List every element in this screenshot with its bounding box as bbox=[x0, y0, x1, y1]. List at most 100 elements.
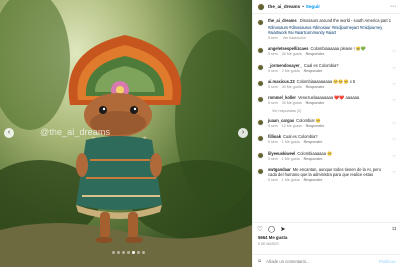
comment-likes[interactable]: 2 Me gusta bbox=[282, 69, 300, 73]
comment-time: 5 sem bbox=[268, 156, 278, 161]
comment-like-icon[interactable]: ♡ bbox=[392, 49, 396, 54]
comment-text: Venezuelaaaaaaaa ❤️❤️ aaaaaa bbox=[298, 94, 360, 100]
instagram-post-view: @the_ai_dreams ‹ › the_ai_dreams • Segui… bbox=[0, 0, 400, 267]
caption-hashtags[interactable]: #dinosaurs #dinosaurus #dinosaur #midjou… bbox=[268, 25, 396, 35]
action-bar: ♡ ◯ ➤ ⌑ bbox=[253, 222, 400, 235]
post-header: the_ai_dreams • Seguir ⋯ bbox=[253, 0, 400, 14]
view-replies-link[interactable]: Ver respuestas (2) bbox=[272, 109, 396, 113]
comment-username[interactable]: angeletsespellizcaes bbox=[268, 46, 309, 51]
comment-like-icon[interactable]: ♡ bbox=[392, 98, 396, 103]
author-username[interactable]: the_ai_dreams bbox=[268, 4, 300, 9]
comment-text: Colombiaaaaaa please ! 🥹💚 bbox=[310, 46, 366, 52]
comment-like-icon[interactable]: ♡ bbox=[392, 82, 396, 87]
publish-button[interactable]: Publicar bbox=[379, 259, 396, 264]
comment-likes[interactable]: 1 Me gusta bbox=[282, 140, 300, 144]
comment-likes[interactable]: 40 Me gusta bbox=[282, 85, 302, 89]
caption-time: 5 sem bbox=[268, 36, 278, 41]
comment-likes[interactable]: 1 Me gusta bbox=[282, 157, 300, 161]
comment-like-icon[interactable]: ♡ bbox=[392, 154, 396, 159]
reply-button[interactable]: Responder bbox=[306, 124, 325, 128]
avatar[interactable] bbox=[257, 79, 264, 87]
more-options-icon[interactable]: ⋯ bbox=[390, 4, 396, 10]
comment-like-icon[interactable]: ♡ bbox=[392, 137, 396, 142]
post-image[interactable]: @the_ai_dreams ‹ › bbox=[0, 0, 252, 267]
comment-text: Cual es Colombia? bbox=[303, 62, 339, 68]
image-watermark: @the_ai_dreams bbox=[40, 127, 111, 137]
comment-row: rommel_koller Venezuelaaaaaaaa ❤️❤️ aaaaa… bbox=[257, 95, 396, 106]
slide-indicator bbox=[112, 251, 145, 254]
slide-dot bbox=[127, 251, 130, 254]
caption-text: Dinosaurs around the world - south Ameri… bbox=[299, 18, 392, 23]
comment-text: Colombiaaaaaa 🥺 bbox=[297, 150, 333, 156]
avatar[interactable] bbox=[257, 63, 264, 71]
comment-row: angeletsespellizcaes Colombiaaaaaa please… bbox=[257, 46, 396, 57]
avatar[interactable] bbox=[257, 2, 265, 11]
comment-username[interactable]: fillioak bbox=[268, 134, 281, 139]
avatar[interactable] bbox=[257, 119, 264, 127]
comment-like-icon[interactable]: ♡ bbox=[392, 66, 396, 71]
post-details-panel: the_ai_dreams • Seguir ⋯ the_ai_dreams D… bbox=[252, 0, 400, 267]
avatar[interactable] bbox=[257, 47, 264, 55]
chevron-right-icon: › bbox=[241, 129, 245, 136]
comment-row: juaan_cargas Colombia! 🥺 5 sem 12 Me gusta R… bbox=[257, 118, 396, 129]
slide-dot bbox=[142, 251, 145, 254]
comment-time: 5 sem bbox=[268, 68, 278, 73]
comment-text: Colombia! 🥺 bbox=[296, 118, 321, 124]
follow-button[interactable]: Seguir bbox=[306, 4, 320, 9]
likes-count[interactable]: 5664 Me gusta bbox=[258, 235, 287, 240]
slide-dot bbox=[122, 251, 125, 254]
heart-icon[interactable]: ♡ bbox=[257, 226, 263, 233]
post-date: 5 DE MARZO bbox=[258, 242, 279, 246]
comment-row: swtgandaar Me encantan, aunque todos tien… bbox=[257, 167, 396, 183]
comment-username[interactable]: _jormendosayer_ bbox=[268, 63, 302, 68]
reply-button[interactable]: Responder bbox=[306, 85, 325, 89]
share-icon[interactable]: ➤ bbox=[280, 226, 285, 233]
comment-username[interactable]: lilyeeuskiweel bbox=[268, 151, 295, 156]
comments-list[interactable]: the_ai_dreams Dinosaurs around the world… bbox=[253, 15, 400, 221]
slide-dot bbox=[137, 251, 140, 254]
comment-row: fillioak Cual es Colombia? 5 sem 1 Me gusta… bbox=[257, 134, 396, 145]
chevron-left-icon: ‹ bbox=[7, 129, 11, 136]
comment-icon[interactable]: ◯ bbox=[268, 226, 275, 233]
avatar[interactable] bbox=[257, 167, 264, 175]
emoji-icon[interactable]: ☺ bbox=[257, 258, 262, 264]
comment-time: 5 sem bbox=[268, 101, 278, 106]
comment-username[interactable]: rommel_koller bbox=[268, 95, 296, 100]
reply-button[interactable]: Responder bbox=[304, 69, 323, 73]
comment-likes[interactable]: 30 Me gusta bbox=[282, 101, 302, 105]
previous-slide-button[interactable]: ‹ bbox=[4, 128, 14, 138]
slide-dot bbox=[132, 251, 135, 254]
comment-text: Colombiaaaaaaaaa 🥺🥺🥺 x 5 bbox=[296, 78, 356, 84]
comment-text: Cual es Colombia? bbox=[282, 134, 318, 140]
avatar[interactable] bbox=[257, 135, 264, 143]
comment-likes[interactable]: 1 Me gusta bbox=[282, 178, 300, 182]
bookmark-icon[interactable]: ⌑ bbox=[393, 226, 396, 233]
caption-username[interactable]: the_ai_dreams bbox=[268, 18, 297, 23]
comment-time: 5 sem bbox=[268, 140, 278, 145]
slide-dot bbox=[117, 251, 120, 254]
comment-likes[interactable]: 12 Me gusta bbox=[282, 124, 302, 128]
next-slide-button[interactable]: › bbox=[238, 128, 248, 138]
comment-time: 5 sem bbox=[268, 84, 278, 89]
comment-time: 5 sem bbox=[268, 52, 278, 57]
add-comment-bar: ☺ Publicar bbox=[253, 254, 400, 267]
comment-like-icon[interactable]: ♡ bbox=[392, 121, 396, 126]
comment-like-icon[interactable]: ♡ bbox=[392, 170, 396, 175]
reply-button[interactable]: Responder bbox=[306, 101, 325, 105]
slide-dot bbox=[112, 251, 115, 254]
comment-input[interactable] bbox=[266, 258, 367, 264]
comment-row: ai.maxicus.23 Colombiaaaaaaaaa 🥺🥺🥺 x 5 5 s… bbox=[257, 79, 396, 90]
avatar[interactable] bbox=[257, 95, 264, 103]
comment-row: lilyeeuskiweel Colombiaaaaaa 🥺 5 sem 1 Me g… bbox=[257, 151, 396, 162]
reply-button[interactable]: Responder bbox=[304, 157, 323, 161]
comment-likes[interactable]: 38 Me gusta bbox=[282, 52, 302, 56]
comment-username[interactable]: juaan_cargas bbox=[268, 118, 294, 123]
avatar[interactable] bbox=[257, 151, 264, 159]
avatar[interactable] bbox=[257, 19, 264, 26]
reply-button[interactable]: Responder bbox=[304, 140, 323, 144]
reply-button[interactable]: Responder bbox=[306, 52, 325, 56]
comment-username[interactable]: ai.maxicus.23 bbox=[268, 79, 295, 84]
translate-link[interactable]: Ver traducción bbox=[283, 36, 306, 40]
dinosaur-illustration bbox=[0, 0, 252, 267]
reply-button[interactable]: Responder bbox=[304, 178, 323, 182]
